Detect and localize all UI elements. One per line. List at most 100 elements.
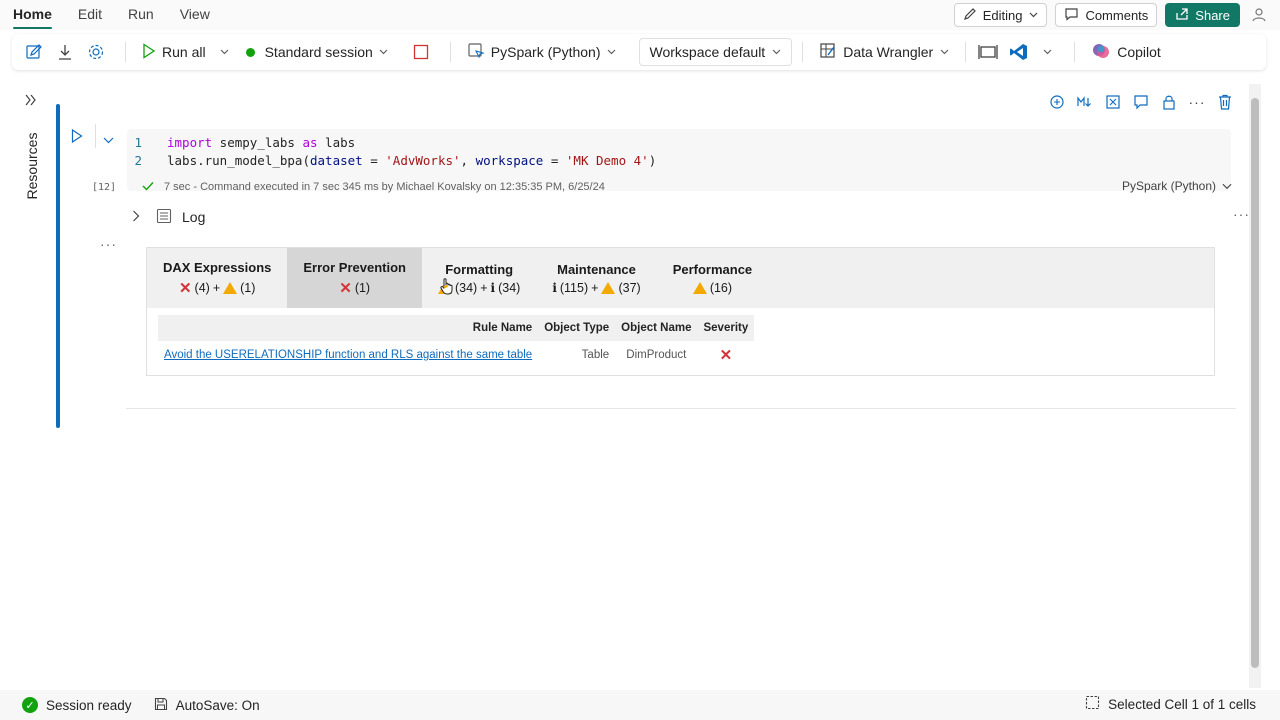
chevron-down-icon — [607, 47, 617, 57]
count-separator: + — [212, 280, 221, 295]
data-wrangler-dropdown[interactable]: Data Wrangler — [813, 38, 955, 66]
run-all-button[interactable]: Run all — [136, 38, 212, 66]
vscode-chevron-icon[interactable] — [1042, 47, 1052, 57]
comment-icon — [1064, 7, 1079, 24]
column-header-rule-name: Rule Name — [158, 315, 539, 341]
editing-mode-button[interactable]: Editing — [953, 3, 1048, 27]
code-token: sempy_labs — [212, 135, 303, 150]
tab-dax-expressions[interactable]: DAX Expressions ✕ (4) + (1) — [147, 248, 287, 308]
comment-cell-icon[interactable] — [1130, 91, 1152, 113]
code-token: = — [362, 153, 386, 168]
copilot-button[interactable]: Copilot — [1085, 38, 1167, 66]
status-left: ✓ Session ready AutoSave: On — [0, 697, 260, 714]
language-label: PySpark (Python) — [490, 44, 601, 60]
table-header-row: Rule Name Object Type Object Name Severi… — [158, 315, 755, 341]
chevron-down-icon — [1028, 10, 1038, 20]
toolbar-divider — [125, 42, 126, 62]
workspace-dropdown[interactable]: Workspace default — [638, 38, 793, 66]
active-cell-indicator — [56, 104, 60, 428]
error-x-icon: ✕ — [178, 279, 192, 297]
session-dropdown[interactable]: Standard session — [240, 38, 395, 66]
menu-view[interactable]: View — [167, 0, 223, 30]
share-label: Share — [1195, 7, 1230, 23]
tab-counts: ✕ (1) — [339, 279, 370, 297]
code-token: dataset — [310, 153, 363, 168]
object-type-cell: Table — [581, 349, 610, 361]
column-header-object-name: Object Name — [615, 315, 698, 341]
download-icon[interactable] — [53, 40, 77, 64]
code-token: 'MK Demo 4' — [565, 153, 649, 168]
expand-chevrons-icon[interactable] — [24, 94, 38, 109]
code-token: labs — [317, 135, 356, 150]
rule-count: (34) — [454, 280, 478, 295]
tab-title: Formatting — [445, 261, 514, 277]
autosave-text[interactable]: AutoSave: On — [176, 698, 260, 713]
tab-title: Maintenance — [557, 261, 636, 277]
table-row: Avoid the USERELATIONSHIP function and R… — [158, 341, 754, 369]
menu-edit[interactable]: Edit — [65, 0, 115, 30]
cell-language-selector[interactable]: PySpark (Python) — [1122, 179, 1232, 193]
copilot-cell-icon[interactable] — [1046, 91, 1068, 113]
line-number: 2 — [134, 153, 142, 168]
tab-performance[interactable]: Performance (16) — [657, 248, 768, 308]
stop-session-icon[interactable] — [409, 40, 433, 64]
view-frame-icon[interactable] — [976, 40, 1000, 64]
comments-button[interactable]: Comments — [1055, 3, 1158, 27]
severity-cell: ✕ — [697, 341, 754, 369]
code-token: 'AdvWorks' — [385, 153, 461, 168]
lock-icon[interactable] — [1158, 91, 1180, 113]
menu-bar: Home Edit Run View Editing Comments Shar… — [0, 0, 1280, 30]
rule-count: (4) — [194, 280, 210, 295]
error-x-icon: ✕ — [719, 347, 733, 364]
count-separator: + — [480, 280, 488, 295]
rule-count: (1) — [354, 280, 371, 295]
log-section[interactable]: Log ··· — [132, 206, 1249, 228]
session-label: Standard session — [264, 44, 373, 60]
tab-title: Error Prevention — [303, 259, 406, 275]
toolbar-divider — [965, 42, 967, 62]
tab-maintenance[interactable]: Maintenance i (115) + (37) — [536, 248, 656, 308]
share-button[interactable]: Share — [1165, 3, 1240, 27]
warning-icon — [692, 281, 707, 294]
delete-cell-icon[interactable] — [1214, 91, 1236, 113]
cell-toolbar: ··· — [1046, 90, 1236, 114]
session-ready-check-icon: ✓ — [22, 697, 38, 713]
data-wrangler-icon — [819, 42, 837, 63]
menu-run[interactable]: Run — [115, 0, 167, 30]
tab-error-prevention[interactable]: Error Prevention ✕ (1) — [287, 248, 422, 308]
run-options-chevron-icon[interactable] — [103, 132, 114, 147]
code-token: , — [460, 153, 476, 168]
resources-label[interactable]: Resources — [24, 133, 40, 200]
code-token: = — [543, 153, 566, 168]
column-header-severity: Severity — [697, 315, 755, 341]
chevron-right-icon[interactable] — [132, 209, 140, 225]
more-options-icon[interactable]: ··· — [1186, 91, 1208, 113]
code-line-1: 1 import sempy_labs as labs — [127, 135, 355, 153]
resources-rail: Resources — [12, 84, 52, 688]
scrollbar-thumb[interactable] — [1251, 98, 1259, 668]
vscode-icon[interactable] — [1007, 40, 1031, 64]
people-icon[interactable] — [1248, 3, 1272, 27]
markdown-icon[interactable] — [1074, 91, 1096, 113]
edit-notebook-icon[interactable] — [22, 40, 46, 64]
output-more-icon[interactable]: ··· — [100, 236, 117, 252]
notebook-canvas: ··· 1 import sempy_labs as labs 2 labs.run… — [52, 84, 1249, 688]
log-more-icon[interactable]: ··· — [1233, 206, 1250, 222]
menu-home[interactable]: Home — [0, 0, 65, 30]
tab-counts: (16) — [692, 281, 732, 295]
freeze-cell-icon[interactable] — [1102, 91, 1124, 113]
toolbar-divider — [1074, 42, 1076, 62]
settings-gear-icon[interactable] — [84, 40, 108, 64]
rule-link[interactable]: Avoid the USERELATIONSHIP function and R… — [164, 349, 532, 361]
play-icon — [142, 42, 156, 62]
code-token: workspace — [475, 153, 544, 168]
run-cell-play-icon[interactable] — [71, 128, 83, 146]
execution-count: [12] — [92, 181, 117, 193]
toolbar-divider — [802, 42, 804, 62]
vertical-scrollbar[interactable] — [1249, 84, 1261, 688]
log-label: Log — [182, 209, 206, 225]
run-all-chevron-icon[interactable] — [220, 47, 230, 57]
status-bar: ✓ Session ready AutoSave: On Selected Ce… — [0, 690, 1280, 720]
workspace-label: Workspace default — [649, 44, 766, 60]
language-dropdown[interactable]: PySpark (Python) — [461, 38, 623, 66]
